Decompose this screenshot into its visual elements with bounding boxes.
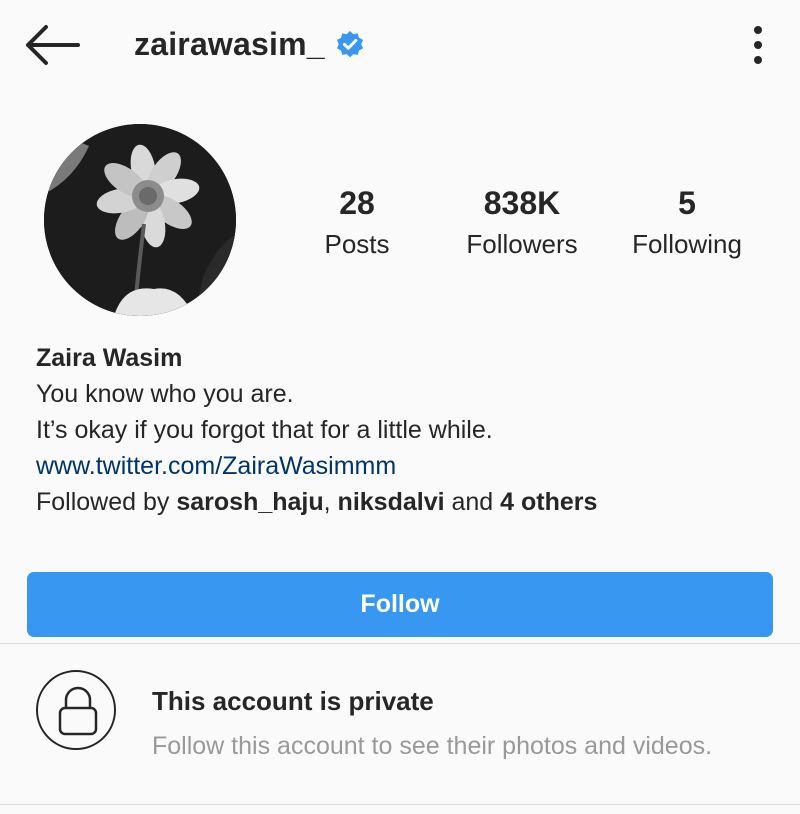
posts-stat[interactable]: 28 Posts	[272, 184, 442, 266]
divider	[0, 643, 800, 644]
posts-count: 28	[339, 185, 375, 221]
followed-by-separator: ,	[323, 488, 338, 516]
followed-by-others[interactable]: 4 others	[500, 488, 597, 516]
back-button[interactable]	[22, 22, 82, 68]
followers-stat[interactable]: 838K Followers	[437, 184, 607, 266]
lock-icon-circle	[36, 670, 116, 750]
following-count: 5	[678, 185, 696, 221]
profile-avatar[interactable]	[44, 124, 236, 316]
flower-photo	[44, 124, 236, 316]
followed-by-prefix: Followed by	[36, 488, 177, 516]
profile-username: zairawasim_	[134, 26, 325, 62]
username-header: zairawasim_	[134, 26, 365, 63]
followers-count: 838K	[483, 185, 561, 221]
bio-line-1: You know who you are.	[36, 380, 294, 408]
followed-by-and: and	[444, 488, 501, 516]
more-options-button[interactable]	[740, 22, 776, 68]
follow-button[interactable]: Follow	[27, 572, 773, 637]
verified-badge-icon	[336, 30, 363, 57]
divider	[0, 804, 800, 805]
followed-by-line[interactable]: Followed by sarosh_haju, niksdalvi and 4…	[36, 484, 597, 520]
more-vertical-icon	[754, 26, 762, 64]
profile-full-name: Zaira Wasim	[36, 344, 183, 372]
bio-website-link[interactable]: www.twitter.com/ZairaWasimmm	[36, 448, 597, 484]
back-arrow-icon	[26, 25, 80, 65]
profile-bio: Zaira Wasim You know who you are. It’s o…	[36, 340, 597, 520]
top-bar: zairawasim_	[0, 0, 800, 90]
private-account-title: This account is private	[152, 686, 434, 716]
posts-label: Posts	[324, 229, 390, 259]
lock-icon	[58, 686, 98, 736]
followers-label: Followers	[466, 229, 578, 259]
following-stat[interactable]: 5 Following	[602, 184, 772, 266]
followed-by-user-2[interactable]: niksdalvi	[338, 488, 445, 516]
bio-line-2: It’s okay if you forgot that for a littl…	[36, 416, 493, 444]
following-label: Following	[632, 229, 742, 259]
private-account-subtitle: Follow this account to see their photos …	[152, 732, 713, 760]
followed-by-user-1[interactable]: sarosh_haju	[176, 488, 323, 516]
